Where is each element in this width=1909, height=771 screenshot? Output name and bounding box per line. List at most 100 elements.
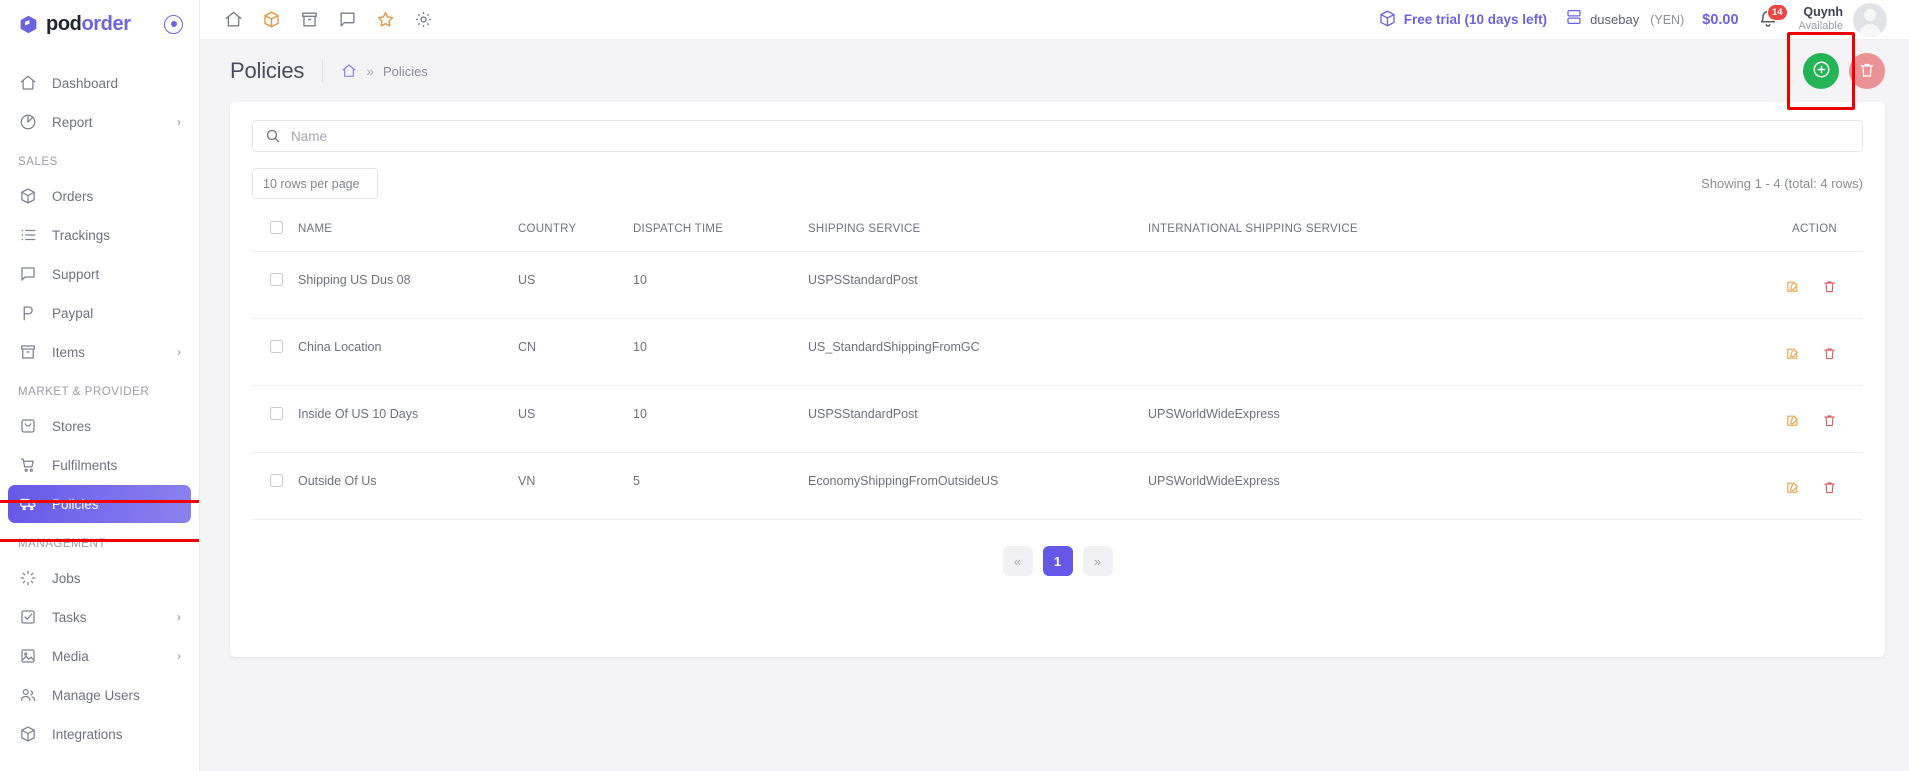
sidebar-item-tasks[interactable]: Tasks › <box>8 598 191 636</box>
user-name: Quynh <box>1803 4 1843 19</box>
sidebar-section-market-provider: MARKET & PROVIDER <box>18 386 150 398</box>
pagination-next-button[interactable]: » <box>1082 546 1113 576</box>
circle-dot-icon[interactable] <box>164 14 183 34</box>
user-status: Available <box>1798 20 1843 33</box>
paypal-p-icon <box>18 304 37 323</box>
sidebar-item-label: Policies <box>52 496 99 512</box>
sidebar-item-stores[interactable]: Stores <box>8 407 191 445</box>
showing-count-label: Showing 1 - 4 (total: 4 rows) <box>1701 176 1863 191</box>
sidebar-item-integrations[interactable]: Integrations <box>8 715 191 753</box>
edit-pencil-icon[interactable] <box>1785 480 1800 498</box>
row-actions-cell <box>1733 318 1863 386</box>
sidebar-item-report[interactable]: Report › <box>8 103 191 141</box>
trash-icon[interactable] <box>1822 346 1837 364</box>
sidebar-item-media[interactable]: Media › <box>8 637 191 675</box>
star-icon[interactable] <box>372 7 398 33</box>
row-checkbox[interactable] <box>270 273 283 286</box>
policies-table: NAME COUNTRY DISPATCH TIME SHIPPING SERV… <box>252 221 1863 520</box>
sidebar-item-support[interactable]: Support <box>8 255 191 293</box>
pagination-page-1[interactable]: 1 <box>1042 546 1073 576</box>
free-trial-status[interactable]: Free trial (10 days left) <box>1378 9 1547 31</box>
list-icon <box>18 226 37 245</box>
brand-row: podorder <box>0 0 199 48</box>
package-icon[interactable] <box>258 7 284 33</box>
trash-icon[interactable] <box>1822 413 1837 431</box>
sidebar-item-dashboard[interactable]: Dashboard <box>8 64 191 102</box>
search-input[interactable] <box>252 120 1863 152</box>
table-controls-row: 10 rows per page Showing 1 - 4 (total: 4… <box>252 168 1863 199</box>
store-selector[interactable]: dusebay (YEN) <box>1565 8 1684 31</box>
topbar: Free trial (10 days left) dusebay (YEN) … <box>200 0 1909 40</box>
user-menu[interactable]: Quynh Available <box>1798 2 1887 37</box>
edit-pencil-icon[interactable] <box>1785 413 1800 431</box>
delete-selected-button[interactable] <box>1849 53 1885 89</box>
account-balance[interactable]: $0.00 <box>1702 12 1738 28</box>
breadcrumb-separator: » <box>366 63 375 79</box>
sidebar-item-jobs[interactable]: Jobs <box>8 559 191 597</box>
avatar[interactable] <box>1853 2 1887 37</box>
table-row[interactable]: China Location CN 10 US_StandardShipping… <box>252 318 1863 386</box>
edit-pencil-icon[interactable] <box>1785 346 1800 364</box>
sidebar: podorder Dashboard Report › SALES Orders… <box>0 0 200 771</box>
sidebar-item-label: Orders <box>52 188 94 204</box>
cell-name: Outside Of Us <box>298 452 518 520</box>
plus-circle-icon <box>1811 59 1832 83</box>
trash-icon[interactable] <box>1822 480 1837 498</box>
cell-shipping-service: USPSStandardPost <box>808 385 1148 453</box>
gear-icon[interactable] <box>410 7 436 33</box>
notification-count-badge: 14 <box>1766 3 1788 21</box>
main-area: Free trial (10 days left) dusebay (YEN) … <box>200 0 1909 771</box>
cell-dispatch-time: 10 <box>633 318 808 386</box>
sidebar-item-policies[interactable]: Policies <box>8 485 191 523</box>
row-select-cell <box>252 452 298 520</box>
sidebar-item-paypal[interactable]: Paypal <box>8 294 191 332</box>
home-icon[interactable] <box>220 7 246 33</box>
cell-shipping-service: US_StandardShippingFromGC <box>808 318 1148 386</box>
edit-pencil-icon[interactable] <box>1785 279 1800 297</box>
chat-icon[interactable] <box>334 7 360 33</box>
column-header-dispatch-time[interactable]: DISPATCH TIME <box>633 221 808 252</box>
sidebar-item-label: Jobs <box>52 570 81 586</box>
select-all-header <box>252 221 298 252</box>
cell-dispatch-time: 5 <box>633 452 808 520</box>
cell-country: US <box>518 251 633 319</box>
page-header: Policies » Policies <box>200 32 1909 110</box>
row-checkbox[interactable] <box>270 474 283 487</box>
column-header-action: ACTION <box>1733 221 1863 252</box>
rows-per-page-select[interactable]: 10 rows per page <box>252 168 378 199</box>
row-checkbox[interactable] <box>270 407 283 420</box>
table-row[interactable]: Shipping US Dus 08 US 10 USPSStandardPos… <box>252 251 1863 319</box>
cell-dispatch-time: 10 <box>633 251 808 319</box>
add-policy-button[interactable] <box>1803 53 1839 89</box>
column-header-name[interactable]: NAME <box>298 221 518 252</box>
notifications-button[interactable]: 14 <box>1757 3 1788 33</box>
column-header-country[interactable]: COUNTRY <box>518 221 633 252</box>
cart-icon <box>18 456 37 475</box>
brand-logo[interactable]: podorder <box>18 13 131 36</box>
table-row[interactable]: Outside Of Us VN 5 EconomyShippingFromOu… <box>252 452 1863 520</box>
sidebar-item-orders[interactable]: Orders <box>8 177 191 215</box>
trash-icon[interactable] <box>1822 279 1837 297</box>
sidebar-item-trackings[interactable]: Trackings <box>8 216 191 254</box>
archive-icon[interactable] <box>296 7 322 33</box>
sidebar-item-manage-users[interactable]: Manage Users <box>8 676 191 714</box>
row-actions-cell <box>1733 452 1863 520</box>
cell-country: CN <box>518 318 633 386</box>
sidebar-item-items[interactable]: Items › <box>8 333 191 371</box>
row-checkbox[interactable] <box>270 340 283 353</box>
sidebar-item-label: Integrations <box>52 726 123 742</box>
policies-card: 10 rows per page Showing 1 - 4 (total: 4… <box>230 102 1885 657</box>
task-check-icon <box>18 608 37 627</box>
cell-international-shipping-service: UPSWorldWideExpress <box>1148 385 1733 453</box>
column-header-shipping-service[interactable]: SHIPPING SERVICE <box>808 221 1148 252</box>
cell-country: US <box>518 385 633 453</box>
brand-text-pod: pod <box>46 12 82 35</box>
pagination: « 1 » <box>252 520 1863 576</box>
sidebar-item-fulfilments[interactable]: Fulfilments <box>8 446 191 484</box>
pagination-prev-button[interactable]: « <box>1002 546 1033 576</box>
table-row[interactable]: Inside Of US 10 Days US 10 USPSStandardP… <box>252 385 1863 453</box>
cell-international-shipping-service <box>1148 318 1733 386</box>
column-header-international-shipping-service[interactable]: INTERNATIONAL SHIPPING SERVICE <box>1148 221 1733 252</box>
select-all-checkbox[interactable] <box>270 221 283 234</box>
home-icon[interactable] <box>341 63 357 79</box>
